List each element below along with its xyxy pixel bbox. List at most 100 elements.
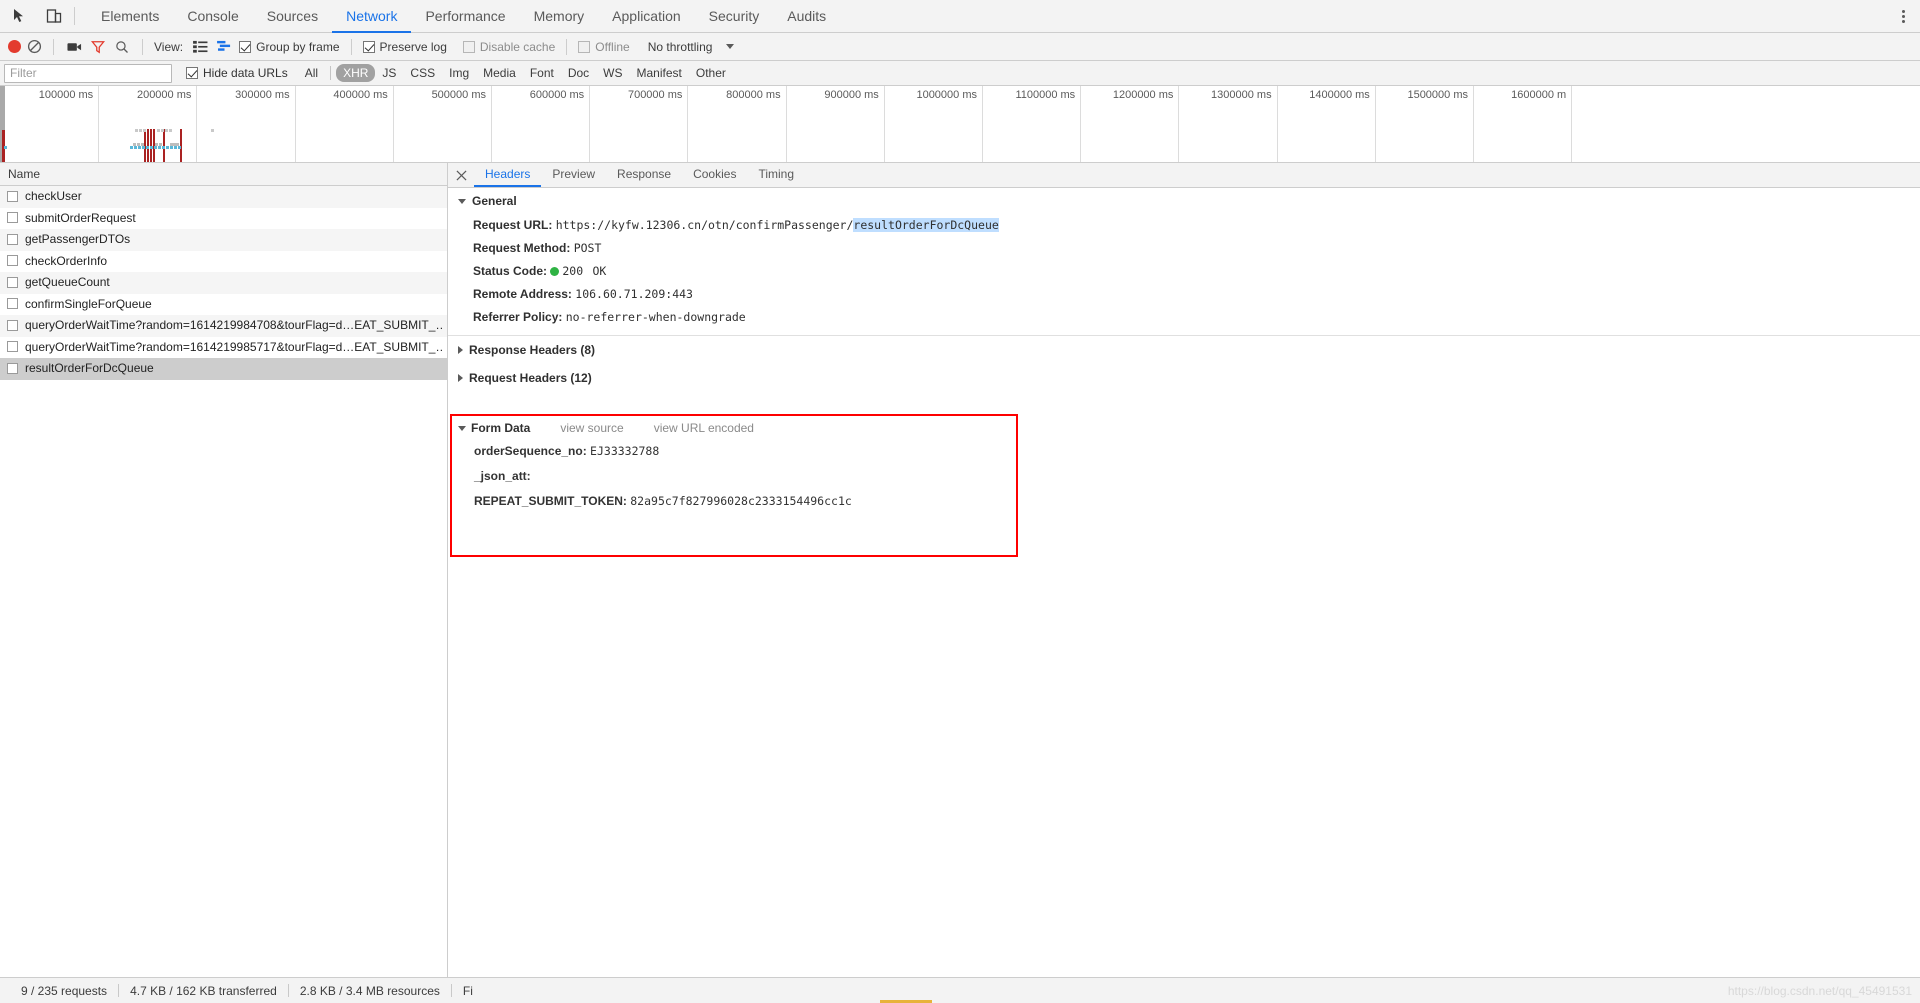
- tab-sources[interactable]: Sources: [253, 1, 332, 33]
- column-header-name: Name: [8, 167, 41, 181]
- offline-box[interactable]: [578, 40, 591, 53]
- filter-type-xhr[interactable]: XHR: [336, 64, 376, 82]
- row-checkbox[interactable]: [7, 276, 18, 288]
- table-row[interactable]: getPassengerDTOs: [0, 229, 447, 251]
- filter-type-doc[interactable]: Doc: [561, 64, 596, 82]
- preserve-log-box[interactable]: [362, 40, 375, 53]
- row-checkbox[interactable]: [7, 319, 18, 331]
- request-headers-section[interactable]: Request Headers (12): [448, 364, 1920, 392]
- row-checkbox[interactable]: [7, 233, 18, 245]
- row-checkbox[interactable]: [7, 298, 18, 310]
- record-button[interactable]: [8, 40, 21, 53]
- table-row[interactable]: checkOrderInfo: [0, 251, 447, 273]
- group-by-frame-checkbox[interactable]: Group by frame: [239, 40, 340, 54]
- table-row[interactable]: confirmSingleForQueue: [0, 294, 447, 316]
- view-source-link[interactable]: view source: [560, 421, 623, 435]
- row-checkbox[interactable]: [7, 362, 18, 374]
- tab-elements[interactable]: Elements: [87, 1, 173, 33]
- request-name: checkUser: [25, 189, 82, 204]
- network-overview-timeline[interactable]: 100000 ms 200000 ms 300000 ms 400000 ms 5000…: [0, 86, 1920, 163]
- tab-performance[interactable]: Performance: [411, 1, 519, 33]
- form-data-key: orderSequence_no:: [474, 444, 587, 458]
- filter-type-media[interactable]: Media: [476, 64, 523, 82]
- filter-type-js[interactable]: JS: [375, 64, 403, 82]
- overview-tick-label: 1200000 ms: [1112, 89, 1174, 101]
- tab-memory-label: Memory: [533, 8, 585, 24]
- more-options-icon[interactable]: [1902, 8, 1906, 25]
- camera-icon[interactable]: [65, 38, 83, 56]
- request-url-value[interactable]: https://kyfw.12306.cn/otn/confirmPasseng…: [556, 218, 999, 232]
- tab-response-label: Response: [617, 167, 672, 181]
- response-headers-section[interactable]: Response Headers (8): [448, 336, 1920, 364]
- tab-memory[interactable]: Memory: [520, 1, 599, 33]
- inspect-element-icon[interactable]: [10, 6, 30, 26]
- tool-icons-group: [0, 0, 70, 32]
- table-row[interactable]: getQueueCount: [0, 272, 447, 294]
- filter-type-all[interactable]: All: [298, 64, 325, 82]
- disable-cache-box[interactable]: [462, 40, 475, 53]
- filter-icon[interactable]: [89, 38, 107, 56]
- tab-response[interactable]: Response: [606, 163, 682, 187]
- table-row[interactable]: queryOrderWaitTime?random=1614219985717&…: [0, 337, 447, 359]
- view-url-encoded-link[interactable]: view URL encoded: [654, 421, 754, 435]
- tab-application[interactable]: Application: [598, 1, 695, 33]
- request-name: getPassengerDTOs: [25, 232, 131, 247]
- requests-column-header[interactable]: Name: [0, 163, 447, 186]
- group-by-frame-box[interactable]: [239, 40, 252, 53]
- filter-divider: [330, 66, 332, 80]
- waterfall-view-icon[interactable]: [215, 38, 233, 56]
- overview-tick-label: 600000 ms: [529, 89, 585, 101]
- disable-cache-checkbox[interactable]: Disable cache: [462, 40, 555, 54]
- request-name: resultOrderForDcQueue: [25, 361, 154, 376]
- tab-preview[interactable]: Preview: [541, 163, 606, 187]
- tab-audits[interactable]: Audits: [773, 1, 840, 33]
- tab-network[interactable]: Network: [332, 1, 412, 33]
- general-section-header[interactable]: General: [448, 188, 1920, 214]
- overview-request-dot: [138, 146, 141, 149]
- table-row[interactable]: queryOrderWaitTime?random=1614219984708&…: [0, 315, 447, 337]
- form-data-annotation-box: Form Data view source view URL encoded o…: [450, 414, 1018, 557]
- row-checkbox[interactable]: [7, 255, 18, 267]
- tab-console[interactable]: Console: [173, 1, 252, 33]
- row-checkbox[interactable]: [7, 341, 18, 353]
- requests-list-body[interactable]: checkUser submitOrderRequest getPassengerD…: [0, 186, 447, 977]
- table-row[interactable]: resultOrderForDcQueue: [0, 358, 447, 380]
- throttling-select[interactable]: No throttling: [648, 40, 735, 54]
- tab-security[interactable]: Security: [695, 1, 774, 33]
- filter-type-img[interactable]: Img: [442, 64, 476, 82]
- tab-timing[interactable]: Timing: [747, 163, 805, 187]
- status-text-value: OK: [592, 264, 607, 278]
- row-checkbox[interactable]: [7, 212, 18, 224]
- resource-type-filters: All XHR JS CSS Img Media Font Doc WS Man…: [298, 64, 733, 82]
- hide-data-urls-box[interactable]: [186, 67, 198, 79]
- filter-bar: Hide data URLs All XHR JS CSS Img Media …: [0, 61, 1920, 86]
- overview-gridline: [1080, 86, 1082, 162]
- filter-type-css[interactable]: CSS: [403, 64, 442, 82]
- hide-data-urls-checkbox[interactable]: Hide data URLs: [186, 66, 288, 80]
- table-row[interactable]: submitOrderRequest: [0, 208, 447, 230]
- device-toolbar-icon[interactable]: [44, 6, 64, 26]
- overview-gridline: [1473, 86, 1474, 162]
- tab-headers[interactable]: Headers: [474, 163, 542, 187]
- filter-type-font[interactable]: Font: [523, 64, 561, 82]
- list-view-icon[interactable]: [191, 38, 209, 56]
- close-icon[interactable]: [448, 163, 474, 187]
- tab-cookies[interactable]: Cookies: [682, 163, 747, 187]
- overview-gridline: [1374, 86, 1376, 162]
- search-icon[interactable]: [113, 38, 131, 56]
- overview-request-dot: [169, 129, 172, 132]
- overview-request-dot: [142, 146, 145, 149]
- filter-type-other[interactable]: Other: [689, 64, 733, 82]
- filter-input[interactable]: [4, 63, 172, 83]
- form-data-section-header[interactable]: Form Data view source view URL encoded: [452, 416, 1016, 439]
- table-row[interactable]: checkUser: [0, 186, 447, 208]
- clear-icon[interactable]: [27, 39, 42, 54]
- row-checkbox[interactable]: [7, 190, 18, 202]
- filter-type-ws[interactable]: WS: [596, 64, 629, 82]
- throttling-value: No throttling: [647, 39, 713, 54]
- filter-type-manifest[interactable]: Manifest: [630, 64, 689, 82]
- request-name: checkOrderInfo: [25, 253, 108, 268]
- request-name: queryOrderWaitTime?random=1614219984708&…: [25, 318, 443, 333]
- offline-checkbox[interactable]: Offline: [578, 40, 630, 54]
- preserve-log-checkbox[interactable]: Preserve log: [362, 40, 447, 54]
